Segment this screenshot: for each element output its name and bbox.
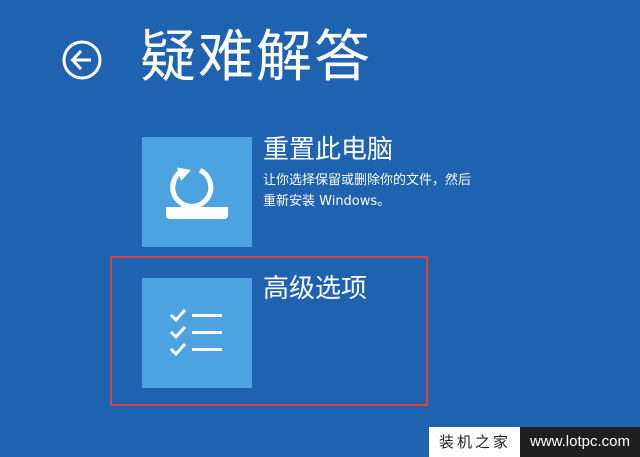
advanced-options-title: 高级选项 [263,274,368,304]
advanced-options-tile [142,278,252,388]
watermark: 装机之家 www.lotpc.com [428,427,640,457]
page-title: 疑难解答 [140,25,372,90]
reset-pc-description-line1: 让你选择保留或删除你的文件，然后 [263,173,472,188]
watermark-site-name: 装机之家 [428,427,520,457]
checklist-icon [169,308,222,357]
reset-pc-option[interactable]: 重置此电脑 让你选择保留或删除你的文件，然后 重新安装 Windows。 [142,135,523,247]
reset-pc-title: 重置此电脑 [263,135,394,165]
reset-pc-tile [142,137,252,247]
watermark-url: www.lotpc.com [519,427,640,457]
reset-pc-description-line2: 重新安装 Windows。 [263,194,391,209]
advanced-options-option[interactable]: 高级选项 [142,274,422,388]
arrow-left-circle-icon [62,40,102,80]
reset-pc-icon [166,167,228,219]
reset-pc-description: 让你选择保留或删除你的文件，然后 重新安装 Windows。 [263,170,523,212]
back-button[interactable] [62,40,102,80]
